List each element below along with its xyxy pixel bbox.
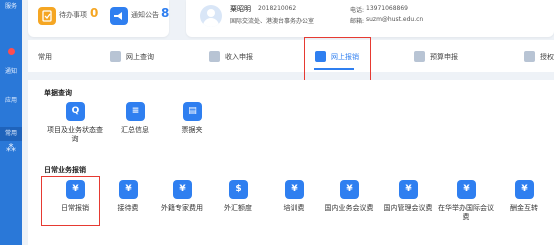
tab-label: 收入申报 xyxy=(225,53,253,61)
sidebar-item-common[interactable]: 常用 xyxy=(0,130,22,137)
sidebar-item-notice[interactable]: 通知 xyxy=(0,68,22,75)
dollar-icon: $ xyxy=(229,180,248,199)
search-icon xyxy=(110,51,121,62)
email-value: suzm@hust.edu.cn xyxy=(366,16,424,23)
tile-label: 接待费 xyxy=(117,204,139,212)
section-title-query: 单据查询 xyxy=(44,89,72,97)
sidebar-badge xyxy=(8,48,15,55)
tile-label: 国内业务会议费 xyxy=(324,204,374,212)
todo-card: 待办事项 0 通知公告 8 xyxy=(28,0,169,37)
todo-icon xyxy=(38,7,56,25)
user-info-card: 粟昭明 2018210062 国际交流处、港澳台事务办公室 电话: 139710… xyxy=(186,0,554,37)
yen-icon: ¥ xyxy=(285,180,304,199)
tab-label: 网上查询 xyxy=(126,53,154,61)
yen-icon: ¥ xyxy=(340,180,359,199)
tile-label: 酬金互转 xyxy=(510,204,538,212)
tile-label: 外汇额度 xyxy=(224,204,252,212)
budget-icon xyxy=(414,51,425,62)
tile-label: 培训费 xyxy=(283,204,305,212)
yen-icon: ¥ xyxy=(119,180,138,199)
yen-icon: ¥ xyxy=(399,180,418,199)
user-id: 2018210062 xyxy=(258,5,297,12)
tile-label: 汇总信息 xyxy=(121,126,149,134)
tab-label: 常用 xyxy=(38,53,52,61)
tab-bar: 常用 网上查询 收入申报 网上报销 预算申报 授权复 xyxy=(28,40,554,72)
key-icon xyxy=(524,51,535,62)
email-label: 邮箱: xyxy=(350,18,365,25)
avatar xyxy=(200,5,222,27)
user-dept: 国际交流处、港澳台事务办公室 xyxy=(230,18,315,25)
tab-label: 授权复 xyxy=(540,53,554,61)
tile-label: 票据夹 xyxy=(181,126,203,134)
search-doc-icon: Q xyxy=(66,102,85,121)
sidebar-item-apps[interactable]: 应用 xyxy=(0,97,22,104)
tile-label: 外籍专家费用 xyxy=(161,204,203,212)
tile-label: 项目及业务状态查询 xyxy=(47,126,103,143)
user-name: 粟昭明 xyxy=(230,5,251,13)
sidebar-item-service[interactable]: 服务 xyxy=(0,3,22,10)
pending-count[interactable]: 0 xyxy=(90,6,98,20)
tile-label: 在华举办国际会议费 xyxy=(438,204,494,221)
notice-label: 通知公告 xyxy=(131,11,159,19)
main-content: 单据查询 Q 项目及业务状态查询 ≡ 汇总信息 ▤ 票据夹 日常业务报销 ¥ 日… xyxy=(28,80,554,245)
yen-icon: ¥ xyxy=(173,180,192,199)
arrow-icon xyxy=(209,51,220,62)
notice-count[interactable]: 8 xyxy=(161,6,169,20)
yen-icon: ¥ xyxy=(515,180,534,199)
pending-label: 待办事项 xyxy=(59,11,87,19)
left-sidebar: 服务 通知 应用 常用 ⁂ xyxy=(0,0,22,245)
tab-label: 预算申报 xyxy=(430,53,458,61)
megaphone-icon xyxy=(110,7,128,25)
tile-label: 国内管理会议费 xyxy=(383,204,433,212)
section-title-daily: 日常业务报销 xyxy=(44,166,86,174)
yen-icon: ¥ xyxy=(457,180,476,199)
phone-label: 电话: xyxy=(350,7,365,14)
highlight-box-daily xyxy=(41,176,100,226)
summary-icon: ≡ xyxy=(126,102,145,121)
grid-icon[interactable]: ⁂ xyxy=(0,144,22,154)
folder-icon: ▤ xyxy=(183,102,202,121)
phone-value: 13971068869 xyxy=(366,5,408,12)
